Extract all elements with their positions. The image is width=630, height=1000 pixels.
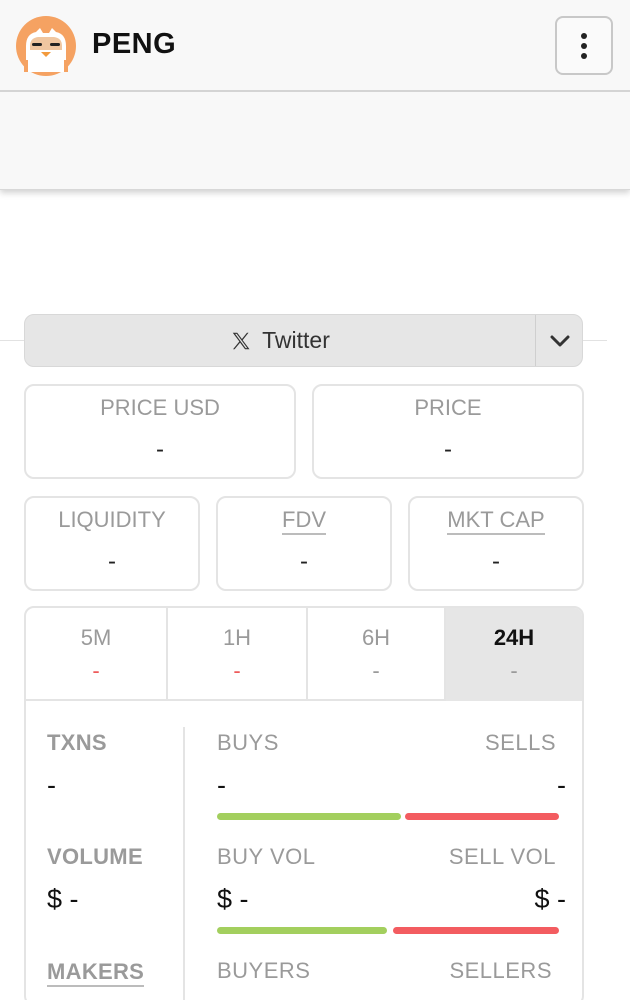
buys-label: BUYS	[217, 730, 279, 755]
tab-6h[interactable]: 6H -	[306, 608, 444, 701]
volume-value: $ -	[47, 884, 79, 914]
sell-vol-label: SELL VOL	[448, 844, 556, 869]
x-logo-icon	[232, 332, 250, 349]
tab-24h[interactable]: 24H -	[444, 608, 582, 701]
sellers-label: SELLERS	[449, 958, 552, 983]
chevron-down-icon	[550, 335, 569, 346]
token-logo	[16, 16, 76, 76]
trade-stats-panel: 5M - 1H - 6H - 24H - TXNS - VOLUME $ - M…	[24, 606, 584, 1000]
tab-1h-change: -	[233, 658, 241, 683]
tab-1h[interactable]: 1H -	[166, 608, 306, 701]
social-links-button[interactable]: Twitter	[24, 314, 583, 367]
price-label: PRICE	[414, 395, 482, 420]
token-name: PENG	[92, 28, 177, 60]
mkt-cap-label[interactable]: MKT CAP	[410, 507, 582, 535]
buys-bar	[217, 813, 401, 820]
tab-5m[interactable]: 5M -	[26, 608, 166, 701]
sell-vol-value: $ -	[534, 884, 566, 914]
social-dropdown-toggle[interactable]	[536, 315, 583, 366]
fdv-label[interactable]: FDV	[218, 507, 390, 535]
buyers-label: BUYERS	[217, 958, 311, 983]
makers-label[interactable]: MAKERS	[47, 959, 145, 987]
twitter-label: Twitter	[262, 327, 330, 353]
price-usd-card: PRICE USD -	[24, 384, 296, 479]
liquidity-value: -	[108, 548, 116, 575]
buy-vol-bar	[217, 927, 387, 934]
fdv-value: -	[300, 548, 308, 575]
tab-6h-change: -	[372, 658, 380, 683]
price-usd-value: -	[156, 436, 164, 463]
more-menu-button[interactable]	[555, 16, 613, 75]
token-header: PENG	[0, 0, 630, 190]
mkt-cap-card[interactable]: MKT CAP -	[408, 496, 584, 591]
sells-bar	[405, 813, 559, 820]
top-bar: PENG	[0, 0, 630, 92]
liquidity-card: LIQUIDITY -	[24, 496, 200, 591]
twitter-link[interactable]: Twitter	[25, 315, 535, 366]
sells-label: SELLS	[485, 730, 556, 755]
liquidity-label: LIQUIDITY	[58, 507, 166, 532]
tab-5m-change: -	[92, 658, 100, 683]
fdv-card[interactable]: FDV -	[216, 496, 392, 591]
buys-value: -	[217, 770, 226, 800]
price-value: -	[444, 436, 452, 463]
more-vertical-icon	[581, 32, 587, 39]
panel-column-divider	[183, 727, 185, 1000]
mkt-cap-value: -	[492, 548, 500, 575]
txns-value: -	[47, 770, 56, 800]
timeframe-tabs: 5M - 1H - 6H - 24H -	[26, 608, 582, 701]
buy-vol-value: $ -	[217, 884, 249, 914]
txns-label: TXNS	[47, 730, 107, 755]
buy-vol-label: BUY VOL	[217, 844, 316, 869]
price-card: PRICE -	[312, 384, 584, 479]
volume-label: VOLUME	[47, 844, 143, 869]
sell-vol-bar	[393, 927, 559, 934]
price-usd-label: PRICE USD	[100, 395, 220, 420]
tab-24h-change: -	[510, 658, 518, 683]
sells-value: -	[557, 770, 566, 800]
